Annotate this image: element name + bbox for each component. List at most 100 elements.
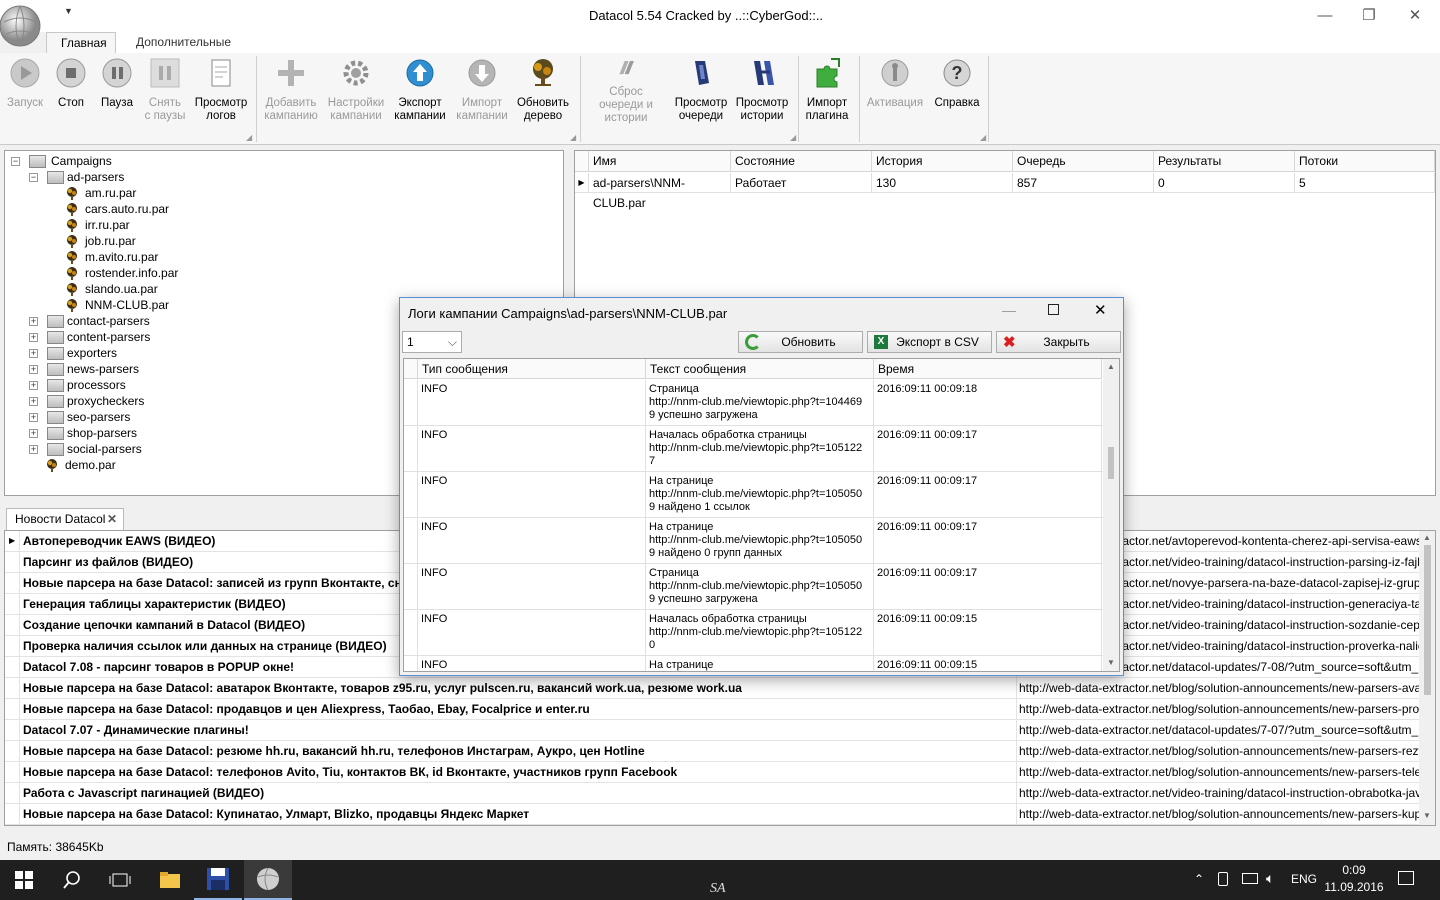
clock[interactable]: 0:09 11.09.2016 [1324, 863, 1384, 894]
news-url[interactable]: http://web-data-extractor.net/datacol-up… [1016, 720, 1419, 741]
expand-icon[interactable]: + [29, 381, 38, 390]
log-time[interactable]: 2016:09:11 00:09:17 [874, 518, 1102, 564]
add-campaign-button[interactable]: Добавить кампанию [262, 55, 320, 125]
news-url[interactable]: http://web-data-extractor.net/video-trai… [1016, 783, 1419, 804]
tree-node-folder[interactable]: + exporters [27, 345, 327, 361]
refresh-tree-button[interactable]: Обновить дерево [514, 55, 572, 125]
volume-icon[interactable]: 🔈︎ [1266, 870, 1274, 887]
expand-icon[interactable]: + [29, 397, 38, 406]
news-url[interactable]: http://web-data-extractor.net/blog/solut… [1016, 678, 1419, 699]
refresh-button[interactable]: Обновить [738, 331, 863, 353]
tree-node-root[interactable]: − Campaigns [9, 153, 309, 169]
news-url[interactable]: http://web-data-extractor.net/blog/solut… [1016, 741, 1419, 762]
column-type-header[interactable]: Тип сообщения [418, 359, 646, 379]
log-row[interactable]: INFO Началась обработка страницы http://n… [404, 426, 1104, 472]
news-row[interactable]: Новые парсера на базе Datacol: Купинатао… [5, 804, 1419, 825]
tree-node-folder[interactable]: + processors [27, 377, 327, 393]
log-grid[interactable]: Тип сообщения Текст сообщения Время INFO… [403, 358, 1120, 672]
tree-node-folder[interactable]: + news-parsers [27, 361, 327, 377]
quick-access-dropdown[interactable]: ▼ [64, 6, 73, 16]
close-window-button[interactable]: ✕ [1392, 0, 1438, 30]
log-row[interactable]: INFO Страница http://nnm-club.me/viewtopi… [404, 564, 1104, 610]
windows-start-icon[interactable] [0, 860, 48, 900]
tree-node-folder[interactable]: + content-parsers [27, 329, 327, 345]
news-row[interactable]: Новые парсера на базе Datacol: телефонов… [5, 762, 1419, 783]
column-queue-header[interactable]: Очередь [1013, 151, 1154, 172]
collapse-icon[interactable]: − [11, 157, 20, 166]
tree-node-campaign[interactable]: rostender.info.par [65, 265, 325, 281]
tree-node-campaign[interactable]: irr.ru.par [65, 217, 325, 233]
news-title[interactable]: Новые парсера на базе Datacol: телефонов… [23, 765, 1013, 779]
view-history-button[interactable]: Просмотр истории [734, 55, 790, 125]
file-explorer-icon[interactable] [146, 860, 194, 900]
log-text[interactable]: Началась обработка страницы http://nnm-c… [646, 426, 874, 472]
cell-results[interactable]: 0 [1154, 173, 1295, 193]
network-icon[interactable] [1242, 873, 1258, 884]
log-text[interactable]: Страница http://nnm-club.me/viewtopic.ph… [646, 380, 874, 426]
column-results-header[interactable]: Результаты [1154, 151, 1295, 172]
log-type[interactable]: INFO [418, 472, 646, 518]
collapse-icon[interactable]: − [29, 173, 38, 182]
usb-icon[interactable] [1218, 872, 1228, 886]
news-title[interactable]: Новые парсера на базе Datacol: Купинатао… [23, 807, 1013, 821]
export-csv-button[interactable]: X Экспорт в CSV [867, 331, 992, 353]
log-time[interactable]: 2016:09:11 00:09:15 [874, 610, 1102, 656]
language-indicator[interactable]: ENG [1291, 872, 1317, 886]
tab-main[interactable]: Главная [46, 32, 116, 53]
log-time[interactable]: 2016:09:11 00:09:15 [874, 656, 1102, 671]
log-row[interactable]: INFO На странице http://nnm-club.me/viewt… [404, 518, 1104, 564]
expand-icon[interactable]: + [29, 317, 38, 326]
expand-icon[interactable]: + [29, 413, 38, 422]
view-logs-button[interactable]: Просмотр логов [194, 55, 248, 125]
expand-icon[interactable]: + [29, 445, 38, 454]
tree-node-campaign[interactable]: m.avito.ru.par [65, 249, 325, 265]
import-plugin-button[interactable]: Импорт плагина [802, 55, 852, 125]
import-campaign-button[interactable]: Импорт кампании [454, 55, 510, 125]
column-state-header[interactable]: Состояние [731, 151, 872, 172]
column-name-header[interactable]: Имя [589, 151, 731, 172]
column-threads-header[interactable]: Потоки [1295, 151, 1435, 172]
column-time-header[interactable]: Время [874, 359, 1102, 379]
tree-node-campaign[interactable]: job.ru.par [65, 233, 325, 249]
page-select[interactable]: 1 ⌵ [402, 331, 462, 353]
minimize-button[interactable]: — [1302, 0, 1348, 30]
log-text[interactable]: На странице [646, 656, 874, 671]
news-url[interactable]: http://web-data-extractor.net/blog/solut… [1016, 804, 1419, 825]
tree-node-folder[interactable]: + social-parsers [27, 441, 327, 457]
view-queue-button[interactable]: Просмотр очереди [672, 55, 730, 125]
log-type[interactable]: INFO [418, 564, 646, 610]
log-type[interactable]: INFO [418, 518, 646, 564]
log-type[interactable]: INFO [418, 610, 646, 656]
stop-button[interactable]: Стоп [50, 55, 92, 125]
floppy-app-icon[interactable] [194, 860, 242, 900]
help-button[interactable]: ? Справка [930, 55, 984, 125]
news-title[interactable]: Новые парсера на базе Datacol: аватарок … [23, 681, 1013, 695]
expand-icon[interactable]: + [29, 365, 38, 374]
column-history-header[interactable]: История [872, 151, 1013, 172]
scroll-thumb[interactable] [1108, 447, 1114, 479]
dialog-minimize-button[interactable]: — [1002, 302, 1016, 318]
log-type[interactable]: INFO [418, 380, 646, 426]
news-title[interactable]: Новые парсера на базе Datacol: резюме hh… [23, 744, 1013, 758]
log-time[interactable]: 2016:09:11 00:09:18 [874, 380, 1102, 426]
log-row[interactable]: INFO Страница http://nnm-club.me/viewtopi… [404, 380, 1104, 426]
log-text[interactable]: Страница http://nnm-club.me/viewtopic.ph… [646, 564, 874, 610]
scroll-up-icon[interactable]: ▲ [1423, 533, 1431, 542]
search-icon[interactable] [48, 860, 96, 900]
log-row[interactable]: INFO На странице 2016:09:11 00:09:15 [404, 656, 1104, 671]
notification-icon[interactable] [1398, 871, 1414, 885]
news-row[interactable]: Новые парсера на базе Datacol: продавцов… [5, 699, 1419, 720]
app-globe-icon[interactable] [0, 0, 44, 52]
dialog-maximize-button[interactable] [1048, 304, 1059, 315]
dialog-close-icon[interactable]: ✕ [1094, 301, 1107, 319]
log-type[interactable]: INFO [418, 426, 646, 472]
campaign-settings-button[interactable]: Настройки кампании [326, 55, 386, 125]
log-type[interactable]: INFO [418, 656, 646, 671]
log-time[interactable]: 2016:09:11 00:09:17 [874, 472, 1102, 518]
log-text[interactable]: На странице http://nnm-club.me/viewtopic… [646, 518, 874, 564]
news-row[interactable]: Новые парсера на базе Datacol: резюме hh… [5, 741, 1419, 762]
tree-node-campaign[interactable]: cars.auto.ru.par [65, 201, 325, 217]
scroll-down-icon[interactable]: ▼ [1107, 658, 1115, 667]
news-row[interactable]: Работа с Javascript пагинацией (ВИДЕО) ht… [5, 783, 1419, 804]
restore-button[interactable]: ❐ [1346, 0, 1392, 30]
